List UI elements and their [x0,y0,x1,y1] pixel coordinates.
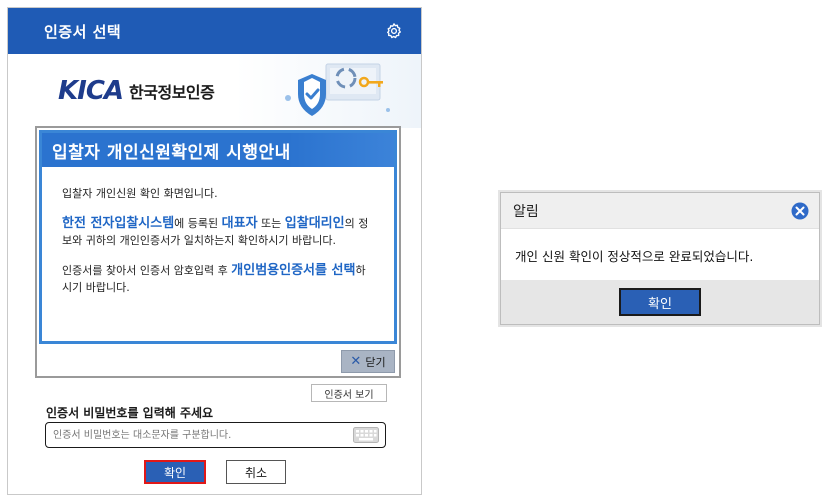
notice-close-label: 닫기 [365,355,386,369]
notice-text: 또는 [257,217,285,230]
notice-heading: 입찰자 개인신원확인제 시행안내 [42,133,394,167]
alert-title: 알림 [513,203,539,220]
security-illustration [285,63,390,116]
alert-titlebar: 알림 [501,193,819,229]
alert-dialog: 알림 개인 신원 확인이 정상적으로 완료되었습니다. 확인 [500,192,820,325]
notice-hl-personal-cert: 개인범용인증서를 선택 [231,263,356,278]
confirm-button[interactable]: 확인 [144,460,206,484]
cert-select-dialog: 인증서 선택 KICA 한국정보인증 입찰자 개인신원확인제 시행안내 입찰자 … [7,7,422,495]
cert-dialog-titlebar: 인증서 선택 [8,8,421,54]
close-x-icon: ✕ [350,354,362,369]
notice-close-button[interactable]: ✕ 닫기 [341,350,395,373]
notice-paragraph-2: 한전 전자입찰시스템에 등록된 대표자 또는 입찰대리인의 정보와 귀하의 개인… [62,215,374,249]
view-cert-button[interactable]: 인증서 보기 [311,384,387,402]
alert-close-icon[interactable] [791,202,809,220]
notice-paragraph-3: 인증서를 찾아서 인증서 암호입력 후 개인범용인증서를 선택하시기 바랍니다. [62,262,374,296]
kica-banner: KICA 한국정보인증 [8,54,421,128]
password-label: 인증서 비밀번호를 입력해 주세요 [46,406,214,420]
alert-confirm-button[interactable]: 확인 [619,288,701,316]
cancel-button[interactable]: 취소 [226,460,286,484]
kica-logo-mark: KICA [58,76,124,106]
notice-line-1: 입찰자 개인신원 확인 화면입니다. [62,187,218,200]
alert-footer: 확인 [501,280,819,324]
notice-body: 입찰자 개인신원 확인 화면입니다. 한전 전자입찰시스템에 등록된 대표자 또… [42,167,394,296]
shield-icon [298,74,326,116]
kica-logo-text: 한국정보인증 [129,83,215,102]
password-input[interactable] [53,424,343,447]
notice-text: 에 등록된 [174,217,222,230]
cert-dialog-title: 인증서 선택 [44,22,122,41]
notice-text: 인증서를 찾아서 인증서 암호입력 후 [62,264,232,277]
notice-hl-agent: 입찰대리인 [284,216,345,231]
gear-icon[interactable] [385,22,403,40]
notice-frame: 입찰자 개인신원확인제 시행안내 입찰자 개인신원 확인 화면입니다. 한전 전… [35,126,401,378]
notice-card: 입찰자 개인신원확인제 시행안내 입찰자 개인신원 확인 화면입니다. 한전 전… [39,130,397,344]
keyboard-icon[interactable] [353,427,379,443]
kica-logo: KICA 한국정보인증 [58,76,215,106]
alert-message: 개인 신원 확인이 정상적으로 완료되었습니다. [515,248,754,264]
notice-hl-representative: 대표자 [221,216,258,231]
notice-hl-system: 한전 전자입찰시스템 [62,216,175,231]
password-field [45,422,386,448]
